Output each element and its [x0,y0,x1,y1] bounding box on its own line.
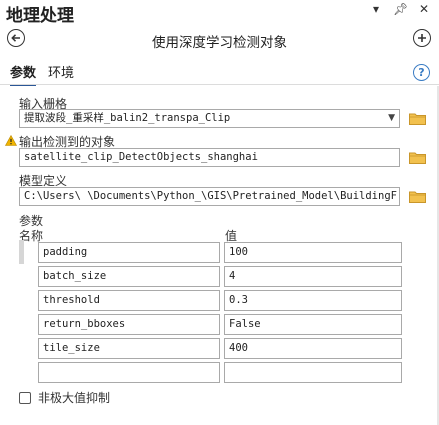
tab-divider [0,84,439,85]
argument-name-cell[interactable]: tile_size [38,338,220,359]
argument-value-cell[interactable]: 4 [224,266,402,287]
argument-value-cell[interactable]: 100 [224,242,402,263]
nms-label: 非极大值抑制 [38,391,111,405]
add-button[interactable] [413,29,431,47]
help-icon[interactable]: ? [413,64,430,81]
argument-value-cell[interactable]: 0.3 [224,290,402,311]
argument-name-cell[interactable]: batch_size [38,266,220,287]
nms-checkbox[interactable] [19,391,31,404]
argument-value-cell[interactable]: False [224,314,402,335]
pane-title: 地理处理 [6,6,74,26]
tool-title: 使用深度学习检测对象 [152,35,287,51]
argument-name-cell[interactable]: padding [38,242,220,263]
add-icon [418,34,426,42]
argument-name-cell[interactable]: threshold [38,290,220,311]
argument-value-cell[interactable]: 400 [224,338,402,359]
input-raster-select[interactable]: 提取波段_重采样_balin2_transpa_Clip ▼ [19,109,400,128]
pin-icon[interactable]: 📌︎ [393,2,408,16]
tab-parameters[interactable]: 参数 [10,62,37,86]
warning-icon [5,135,17,146]
folder-icon[interactable] [409,112,426,125]
nms-option[interactable]: 非极大值抑制 [19,389,110,406]
argument-value-cell[interactable] [224,362,402,383]
pane-controls: ▾ 📌︎ ✕ [369,2,431,16]
input-raster-value: 提取波段_重采样_balin2_transpa_Clip [24,112,231,124]
options-menu-icon[interactable]: ▾ [369,2,383,16]
model-definition-field[interactable]: C:\Users\ \Documents\Python_\GIS\Pretrai… [19,187,400,206]
close-icon[interactable]: ✕ [417,2,431,16]
tab-environments[interactable]: 环境 [48,62,74,86]
chevron-down-icon: ▼ [388,113,395,123]
row-selector[interactable] [19,240,24,264]
argument-name-cell[interactable] [38,362,220,383]
folder-icon[interactable] [409,190,426,203]
argument-name-cell[interactable]: return_bboxes [38,314,220,335]
tab-bar: 参数 环境 [10,62,74,86]
output-objects-field[interactable]: satellite_clip_DetectObjects_shanghai [19,148,400,167]
folder-icon[interactable] [409,151,426,164]
